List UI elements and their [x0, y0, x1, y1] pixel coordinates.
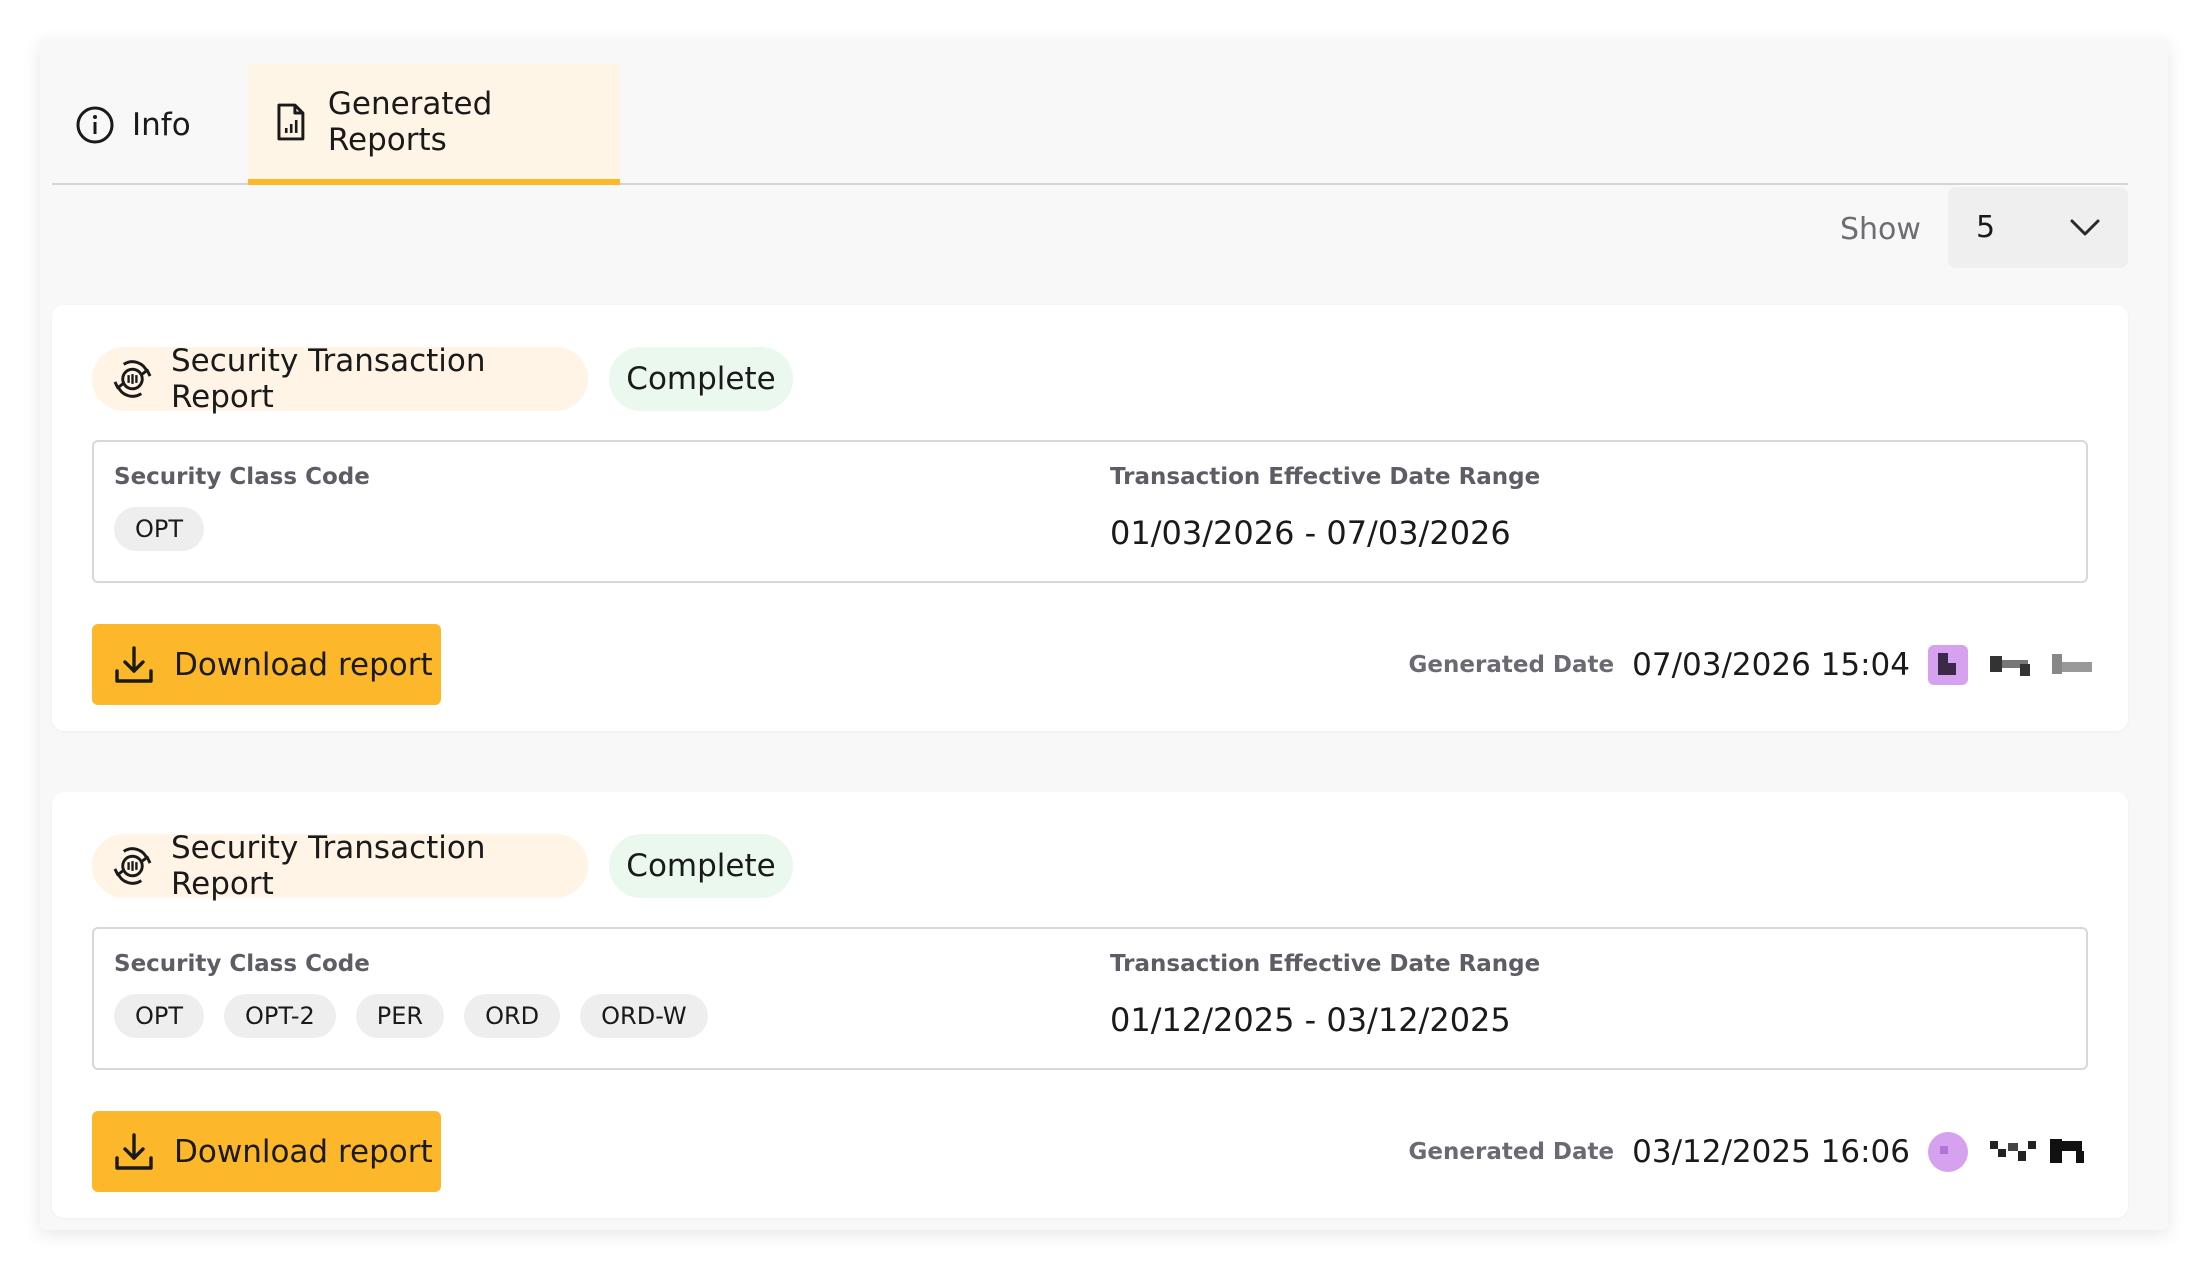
report-type-label: Security Transaction Report	[171, 830, 486, 902]
report-type-badge: Security Transaction Report	[92, 830, 588, 902]
download-icon	[115, 645, 153, 683]
avatar	[1928, 1132, 1968, 1172]
download-report-button[interactable]: Download report	[92, 624, 441, 705]
page-size-value: 5	[1976, 210, 1996, 245]
security-class-chip: OPT	[114, 507, 205, 551]
security-class-chip: PER	[355, 994, 445, 1038]
security-class-code-list: OPT	[114, 507, 205, 551]
tab-generated-reports[interactable]: Generated Reports	[248, 64, 620, 185]
status-badge: Complete	[609, 347, 793, 411]
tab-info-label: Info	[132, 106, 191, 143]
transaction-exchange-icon	[113, 847, 152, 885]
tab-bar: Info Generated Reports	[52, 64, 2128, 185]
generated-date-label: Generated Date	[1408, 1139, 1615, 1165]
date-range-value: 01/03/2026 - 07/03/2026	[1110, 514, 1511, 552]
download-report-button[interactable]: Download report	[92, 1111, 441, 1192]
info-icon	[76, 106, 114, 143]
generated-info: Generated Date 03/12/2025 16:06	[1409, 1127, 2094, 1177]
date-range-label: Transaction Effective Date Range	[1110, 951, 1541, 977]
report-type-badge: Security Transaction Report	[92, 343, 588, 415]
page-size-select[interactable]: 5	[1948, 187, 2128, 268]
report-type-label: Security Transaction Report	[171, 343, 486, 415]
generated-date-value: 03/12/2025 16:06	[1632, 1134, 1910, 1170]
generated-info: Generated Date 07/03/2026 15:04	[1409, 640, 2094, 690]
show-label: Show	[1840, 212, 1921, 247]
report-parameters: Security Class Code OPT Transaction Effe…	[92, 440, 2088, 583]
download-report-label: Download report	[174, 646, 433, 683]
date-range-label: Transaction Effective Date Range	[1110, 464, 1541, 490]
transaction-exchange-icon	[113, 360, 152, 398]
security-class-chip: ORD	[464, 994, 561, 1038]
date-range-value: 01/12/2025 - 03/12/2025	[1110, 1001, 1511, 1039]
generated-date-label: Generated Date	[1408, 652, 1615, 678]
security-class-chip: OPT-2	[224, 994, 336, 1038]
security-class-chip: ORD-W	[580, 994, 708, 1038]
security-class-chip: OPT	[114, 994, 205, 1038]
tab-generated-reports-label: Generated Reports	[327, 85, 493, 158]
user-name-redacted	[1990, 650, 2094, 680]
status-badge: Complete	[609, 834, 793, 898]
avatar	[1928, 645, 1968, 685]
security-class-code-label: Security Class Code	[114, 951, 370, 977]
security-class-code-label: Security Class Code	[114, 464, 370, 490]
download-report-label: Download report	[174, 1133, 433, 1170]
reports-panel: Info Generated Reports Show 5 Security T…	[40, 40, 2168, 1230]
report-file-icon	[277, 103, 305, 140]
user-name-redacted	[1990, 1137, 2094, 1167]
report-parameters: Security Class Code OPT OPT-2 PER ORD OR…	[92, 927, 2088, 1070]
generated-date-value: 07/03/2026 15:04	[1632, 647, 1910, 683]
chevron-down-icon	[2070, 219, 2100, 235]
security-class-code-list: OPT OPT-2 PER ORD ORD-W	[114, 994, 708, 1038]
tab-info[interactable]: Info	[62, 64, 248, 185]
report-card: Security Transaction Report Complete Sec…	[52, 305, 2128, 731]
report-card: Security Transaction Report Complete Sec…	[52, 792, 2128, 1218]
download-icon	[115, 1132, 153, 1170]
